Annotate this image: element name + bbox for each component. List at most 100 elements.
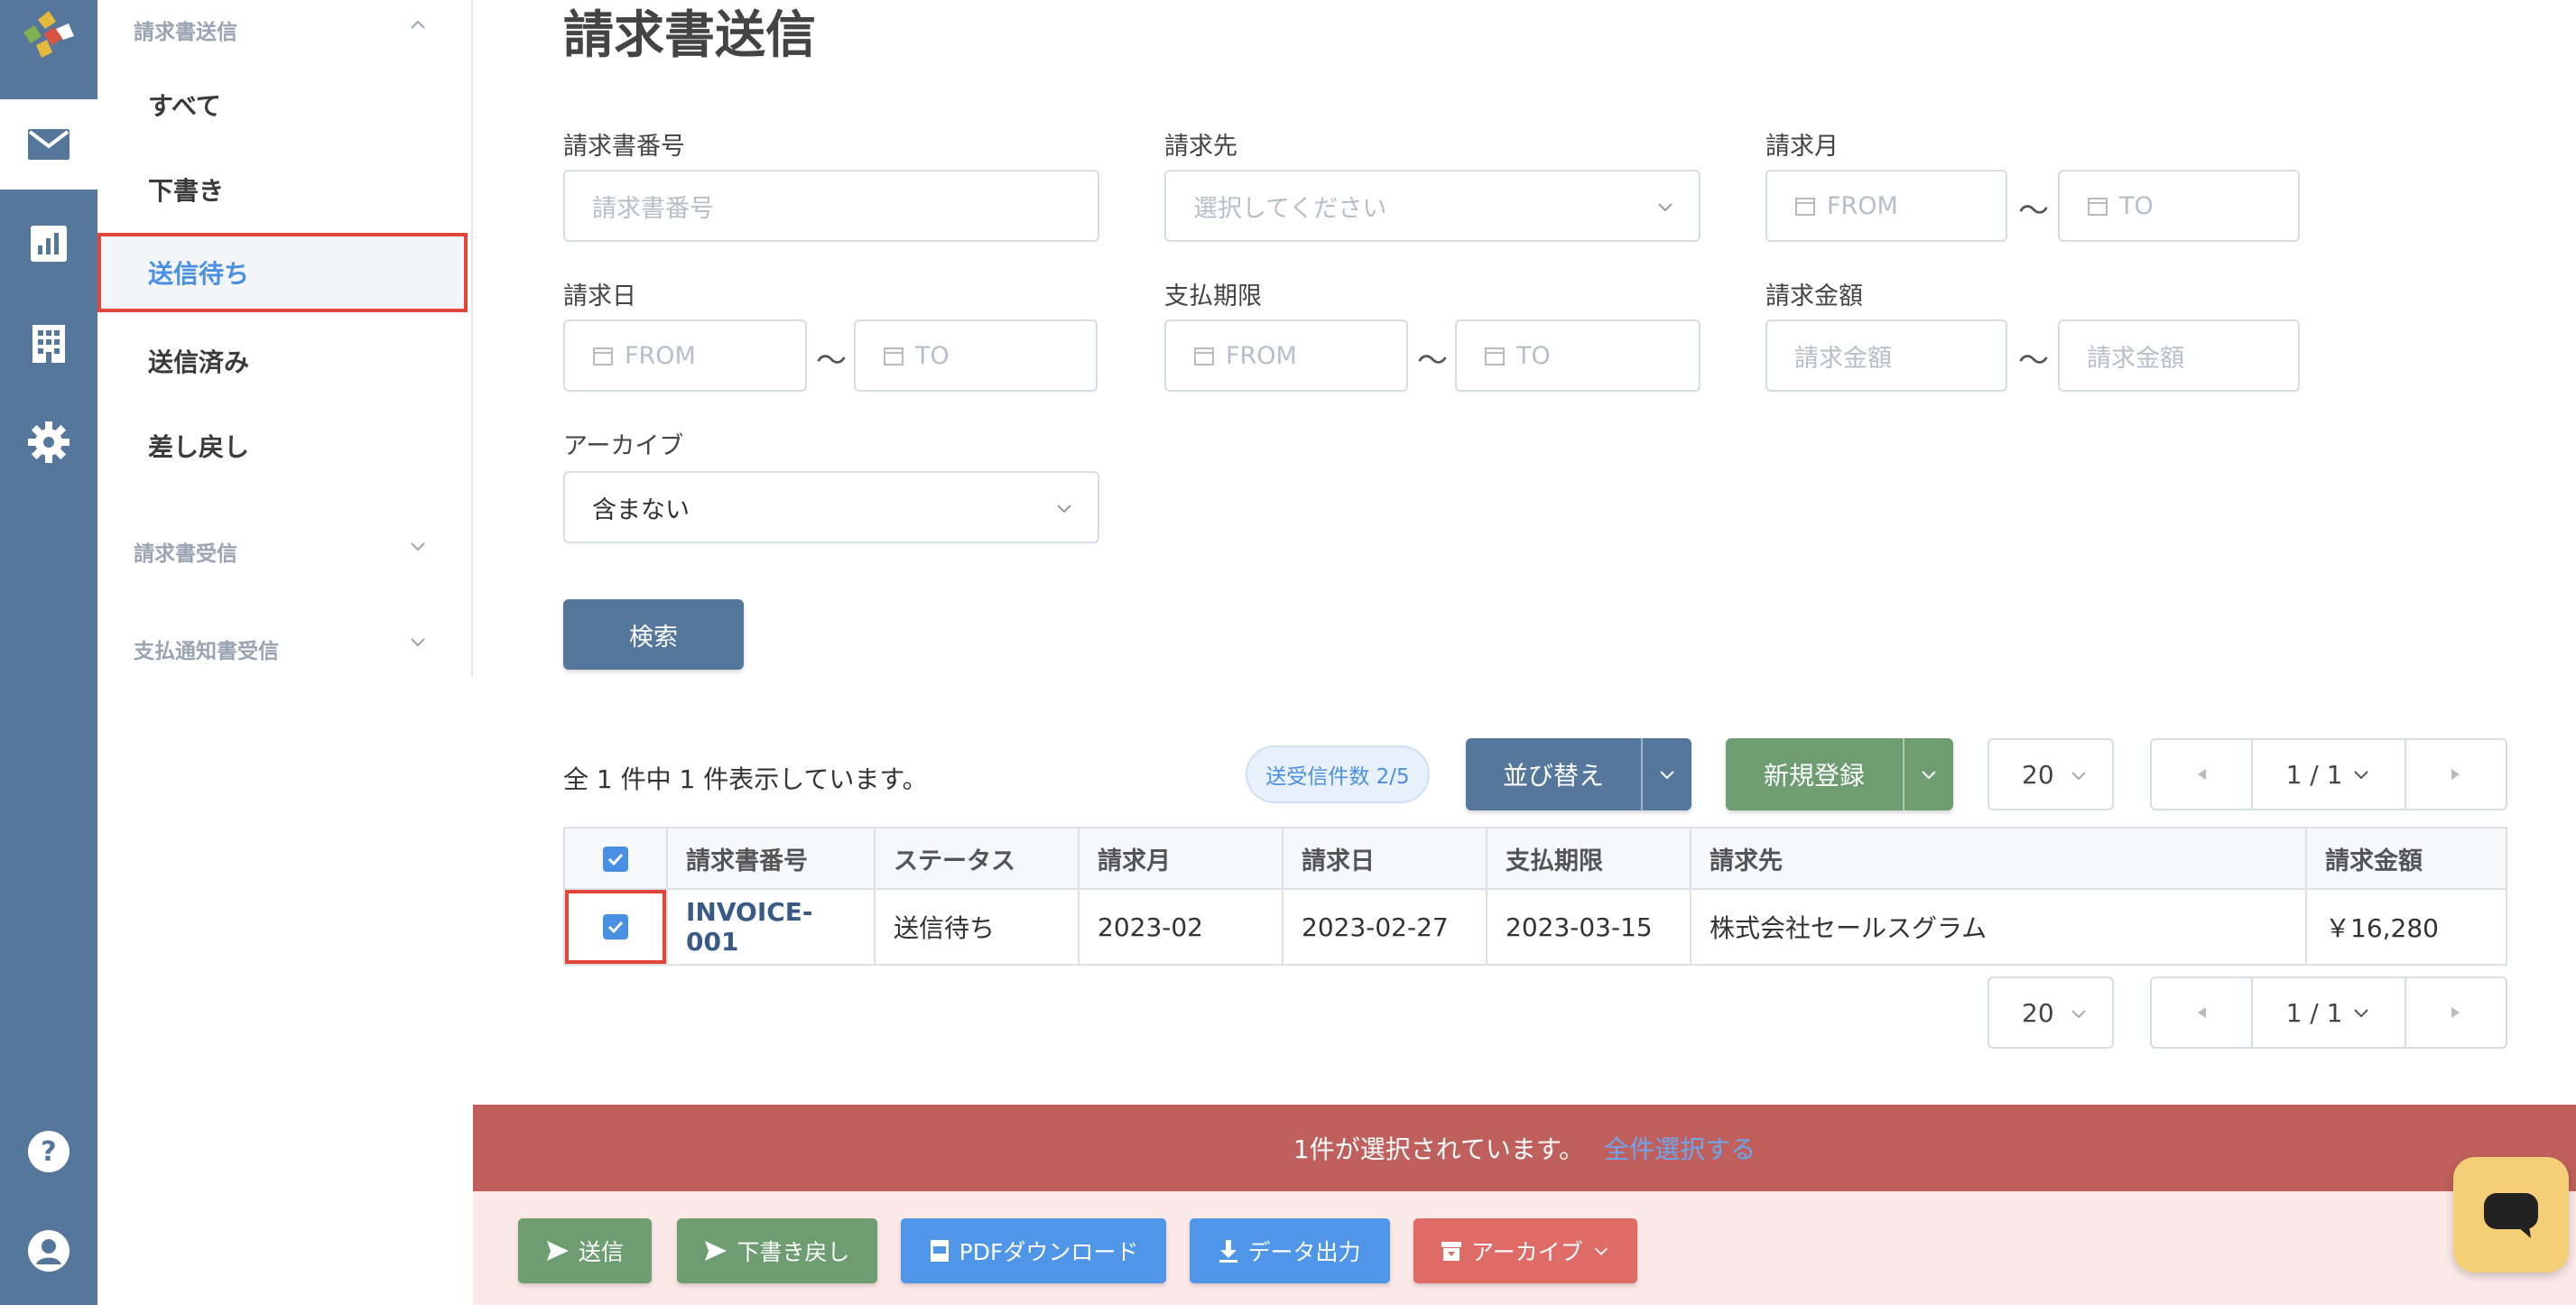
client-label: 請求先 [1164, 133, 1237, 161]
select-all-checkbox[interactable] [603, 847, 628, 872]
amount-to-input[interactable]: 請求金額 [2058, 319, 2300, 392]
invoice-no-label: 請求書番号 [563, 133, 685, 161]
select-all-cell [563, 827, 668, 890]
prev-page-button[interactable] [2152, 740, 2251, 809]
rail-mail[interactable] [0, 99, 97, 190]
sort-dropdown[interactable] [1641, 738, 1691, 810]
page-select[interactable]: 1 / 1 [2251, 740, 2406, 809]
due-to-input[interactable]: TO [1455, 319, 1700, 392]
new-register-button[interactable]: 新規登録 [1726, 738, 1953, 810]
next-page-button[interactable] [2406, 978, 2506, 1047]
select-all-link[interactable]: 全件選択する [1604, 1130, 1756, 1166]
rail-settings[interactable] [0, 397, 97, 487]
chevron-down-icon [1057, 504, 1071, 514]
chevron-down-icon [2354, 771, 2369, 780]
sidebar-item-sent[interactable]: 送信済み [97, 321, 466, 401]
table-row[interactable]: INVOICE-001 送信待ち 2023-02 2023-02-27 2023… [563, 888, 2507, 966]
revert-draft-button[interactable]: 下書き戻し [677, 1218, 877, 1283]
chart-icon [31, 226, 67, 262]
caret-left-icon [2198, 1007, 2206, 1018]
caret-right-icon [2451, 769, 2460, 780]
pdf-download-label: PDFダウンロード [959, 1239, 1139, 1265]
send-count-badge: 送受信件数 2/5 [1246, 745, 1430, 803]
pager-bottom: 1 / 1 [2150, 976, 2507, 1049]
archive-button[interactable]: アーカイブ [1413, 1218, 1637, 1283]
new-register-dropdown[interactable] [1903, 738, 1953, 810]
send-button[interactable]: 送信 [518, 1218, 652, 1283]
send-label: 送信 [578, 1239, 624, 1265]
archive-label: アーカイブ [1471, 1239, 1583, 1265]
section-invoice-send[interactable]: 請求書送信 [134, 14, 237, 45]
per-page-select[interactable]: 20 [1988, 738, 2114, 810]
header-date[interactable]: 請求日 [1282, 827, 1487, 890]
month-to-input[interactable]: TO [2058, 170, 2300, 242]
page-select[interactable]: 1 / 1 [2251, 978, 2406, 1047]
revert-draft-label: 下書き戻し [737, 1239, 850, 1265]
per-page-value: 20 [2022, 997, 2054, 1028]
due-from-placeholder: FROM [1226, 341, 1297, 370]
header-due[interactable]: 支払期限 [1486, 827, 1691, 890]
gear-icon [28, 421, 69, 463]
send-icon [705, 1241, 727, 1261]
chevron-down-icon [2071, 1010, 2086, 1019]
prev-page-button[interactable] [2152, 978, 2251, 1047]
client-placeholder: 選択してください [1193, 194, 1387, 223]
calendar-icon [884, 347, 903, 366]
per-page-select-bottom[interactable]: 20 [1988, 976, 2114, 1049]
pdf-icon [930, 1240, 949, 1262]
section-invoice-receive[interactable]: 請求書受信 [134, 536, 237, 567]
month-from-input[interactable]: FROM [1765, 170, 2007, 242]
sidebar-item-pending[interactable]: 送信待ち [97, 233, 468, 312]
row-select-highlight [565, 890, 666, 964]
next-page-button[interactable] [2406, 740, 2506, 809]
caret-right-icon [2451, 1007, 2460, 1018]
page-value: 1 / 1 [2285, 759, 2343, 790]
rail-company[interactable] [0, 298, 97, 388]
sort-button[interactable]: 並び替え [1466, 738, 1691, 810]
rail-report[interactable] [0, 199, 97, 289]
cell-invoice-no[interactable]: INVOICE-001 [666, 888, 876, 966]
app-logo-icon[interactable] [16, 9, 81, 63]
row-checkbox[interactable] [603, 914, 628, 939]
sort-label[interactable]: 並び替え [1466, 738, 1641, 810]
row-select-cell [563, 888, 668, 966]
page-title: 請求書送信 [563, 6, 816, 65]
due-from-input[interactable]: FROM [1164, 319, 1408, 392]
building-icon [32, 325, 65, 363]
cell-month: 2023-02 [1078, 888, 1283, 966]
rail-account[interactable] [0, 1206, 97, 1296]
date-from-input[interactable]: FROM [563, 319, 807, 392]
chevron-down-icon[interactable] [408, 536, 428, 556]
date-to-input[interactable]: TO [854, 319, 1098, 392]
invoice-link[interactable]: INVOICE-001 [686, 897, 813, 957]
selection-text: 1件が選択されています。 [1293, 1134, 1585, 1164]
chevron-down-icon [1594, 1247, 1608, 1255]
cell-amount: ￥16,280 [2305, 888, 2507, 966]
rail-help[interactable]: ? [0, 1106, 97, 1197]
due-to-placeholder: TO [1516, 341, 1551, 370]
pdf-download-button[interactable]: PDFダウンロード [901, 1218, 1166, 1283]
section-payment-notice[interactable]: 支払通知書受信 [134, 634, 279, 664]
header-invoice-no[interactable]: 請求書番号 [666, 827, 876, 890]
chat-widget-button[interactable] [2453, 1157, 2569, 1273]
header-month[interactable]: 請求月 [1078, 827, 1283, 890]
new-register-label[interactable]: 新規登録 [1726, 738, 1903, 810]
chevron-down-icon[interactable] [408, 632, 428, 652]
sidebar-item-returned[interactable]: 差し戻し [97, 406, 466, 486]
header-client[interactable]: 請求先 [1690, 827, 2307, 890]
invoice-no-input[interactable]: 請求書番号 [563, 170, 1099, 242]
chevron-up-icon[interactable] [408, 14, 428, 34]
sidebar-item-all[interactable]: すべて [97, 65, 466, 144]
month-label: 請求月 [1765, 133, 1839, 161]
data-export-button[interactable]: データ出力 [1190, 1218, 1390, 1283]
pager-top: 1 / 1 [2150, 738, 2507, 810]
archive-select[interactable]: 含まない [563, 471, 1099, 543]
search-button[interactable]: 検索 [563, 599, 744, 670]
amount-from-input[interactable]: 請求金額 [1765, 319, 2007, 392]
header-amount[interactable]: 請求金額 [2305, 827, 2507, 890]
caret-left-icon [2198, 769, 2206, 780]
amount-from-placeholder: 請求金額 [1794, 344, 1892, 373]
client-select[interactable]: 選択してください [1164, 170, 1700, 242]
header-status[interactable]: ステータス [874, 827, 1080, 890]
sidebar-item-draft[interactable]: 下書き [97, 150, 466, 229]
